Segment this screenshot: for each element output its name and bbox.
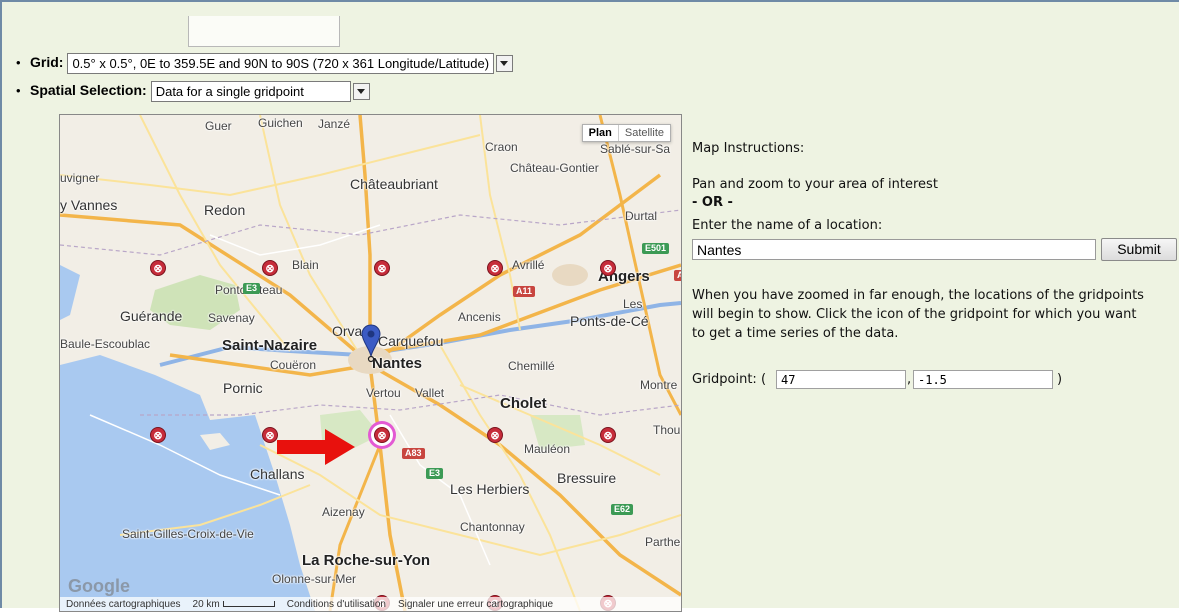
instructions-line-pan: Pan and zoom to your area of interest [692,177,938,192]
top-input-box[interactable] [188,16,340,47]
spatial-dropdown-arrow-icon[interactable] [352,83,370,100]
place-label: uvigner [60,171,100,185]
bullet-icon: • [16,55,21,71]
road-shield: A83 [402,448,425,459]
place-label: Sablé-sur-Sa [600,142,671,156]
place-label: Ancenis [458,310,501,324]
place-label: Carquefou [378,333,444,349]
place-label: Château-Gontier [510,161,599,175]
map-type-plan-button[interactable]: Plan [583,125,619,141]
gridpoint-marker-icon[interactable]: ⊗ [600,260,616,276]
red-arrow-icon [277,429,355,465]
latitude-field[interactable] [776,370,906,389]
place-label: Pornic [223,380,263,396]
place-label: Saint-Nazaire [222,337,318,354]
place-label: Challans [250,466,305,482]
gridpoint-marker-icon[interactable]: ⊗ [487,260,503,276]
place-label: Thou [653,423,681,437]
place-label: Janzé [318,117,351,131]
instructions-or: - OR - [692,195,733,210]
or-text: - OR - [692,195,733,210]
grid-select[interactable]: 0.5° x 0.5°, 0E to 359.5E and 90N to 90S… [67,53,495,74]
place-label: Olonne-sur-Mer [272,572,357,586]
place-label: Savenay [208,311,255,325]
map-view[interactable]: Plan Satellite Guer Guichen Janzé Craon … [59,114,682,612]
gridpoint-label: Gridpoint: ( [692,372,767,387]
place-label: Vertou [366,386,401,400]
place-label: Les [623,297,643,311]
place-label: Avrillé [512,258,545,272]
selected-gridpoint-marker-icon[interactable]: ⊗ [374,427,390,443]
place-label: Blain [292,258,319,272]
grid-label: Grid: [30,54,64,71]
gridpoint-marker-icon[interactable]: ⊗ [600,427,616,443]
road-shield: E62 [611,504,634,515]
place-label: Montre [640,378,678,392]
google-logo: Google [68,576,130,596]
place-label: Ponts-de-Cé [570,313,649,329]
zoom-instructions-line-2: will begin to show. Click the icon of th… [692,307,1137,322]
scale-bar-icon [222,600,275,607]
place-label: Guer [205,119,232,133]
place-label: La Roche-sur-Yon [302,552,431,569]
place-label: Couëron [270,358,317,372]
gridpoint-close-paren: ) [1057,372,1063,387]
spatial-label: Spatial Selection: [30,82,147,99]
zoom-instructions-line-1: When you have zoomed in far enough, the … [692,288,1144,303]
place-label: Vallet [415,386,445,400]
map-type-control: Plan Satellite [581,124,671,142]
map-instructions-title: Map Instructions: [692,141,805,156]
place-label: Guichen [258,116,303,130]
place-label: Cholet [500,395,547,412]
gridpoint-marker-icon[interactable]: ⊗ [262,260,278,276]
spatial-option-row: • Spatial Selection: Data for a single gri… [16,81,370,102]
gridpoint-marker-icon[interactable]: ⊗ [487,427,503,443]
place-label: y Vannes [60,197,118,213]
map-footer: Données cartographiques 20 km Conditions… [60,597,681,611]
place-label: Durtal [625,209,658,223]
zoom-instructions-line-3: to get a time series of the data. [692,326,899,341]
location-pin-icon[interactable] [360,323,382,363]
place-label: Parther [645,535,682,549]
grid-option-row: • Grid: 0.5° x 0.5°, 0E to 359.5E and 90N … [16,53,514,74]
road-shield: A11 [513,286,536,297]
longitude-field[interactable] [913,370,1053,389]
place-label: Chantonnay [460,520,525,534]
road-shield: A8 [674,270,681,281]
place-label: Craon [485,140,518,154]
grid-dropdown-arrow-icon[interactable] [496,55,514,72]
place-label: Châteaubriant [350,176,438,192]
place-label: Redon [204,202,246,218]
gridpoint-marker-icon[interactable]: ⊗ [150,427,166,443]
gridpoint-marker-icon[interactable]: ⊗ [150,260,166,276]
location-search-input[interactable] [692,239,1096,260]
place-label: Aizenay [322,505,365,519]
place-label: Bressuire [557,470,617,486]
road-shield: E3 [243,283,261,294]
place-label: Baule-Escoublac [60,337,151,351]
content-panel: • Grid: 0.5° x 0.5°, 0E to 359.5E and 90N … [0,0,1179,612]
submit-button[interactable]: Submit [1101,238,1177,261]
spatial-select[interactable]: Data for a single gridpoint [150,81,351,102]
map-type-satellite-button[interactable]: Satellite [619,125,670,141]
gridpoint-marker-icon[interactable]: ⊗ [374,260,390,276]
gridpoint-comma: , [907,372,912,387]
place-label: Mauléon [524,442,571,456]
road-shield: E3 [426,468,444,479]
place-label: Guérande [120,308,183,324]
gridpoint-marker-icon[interactable]: ⊗ [262,427,278,443]
road-shield: E501 [642,243,670,254]
place-label: Les Herbiers [450,481,530,497]
place-label: Saint-Gilles-Croix-de-Vie [122,527,254,541]
place-label: Chemillé [508,359,555,373]
bullet-icon: • [16,83,21,99]
instructions-line-location: Enter the name of a location: [692,218,883,233]
